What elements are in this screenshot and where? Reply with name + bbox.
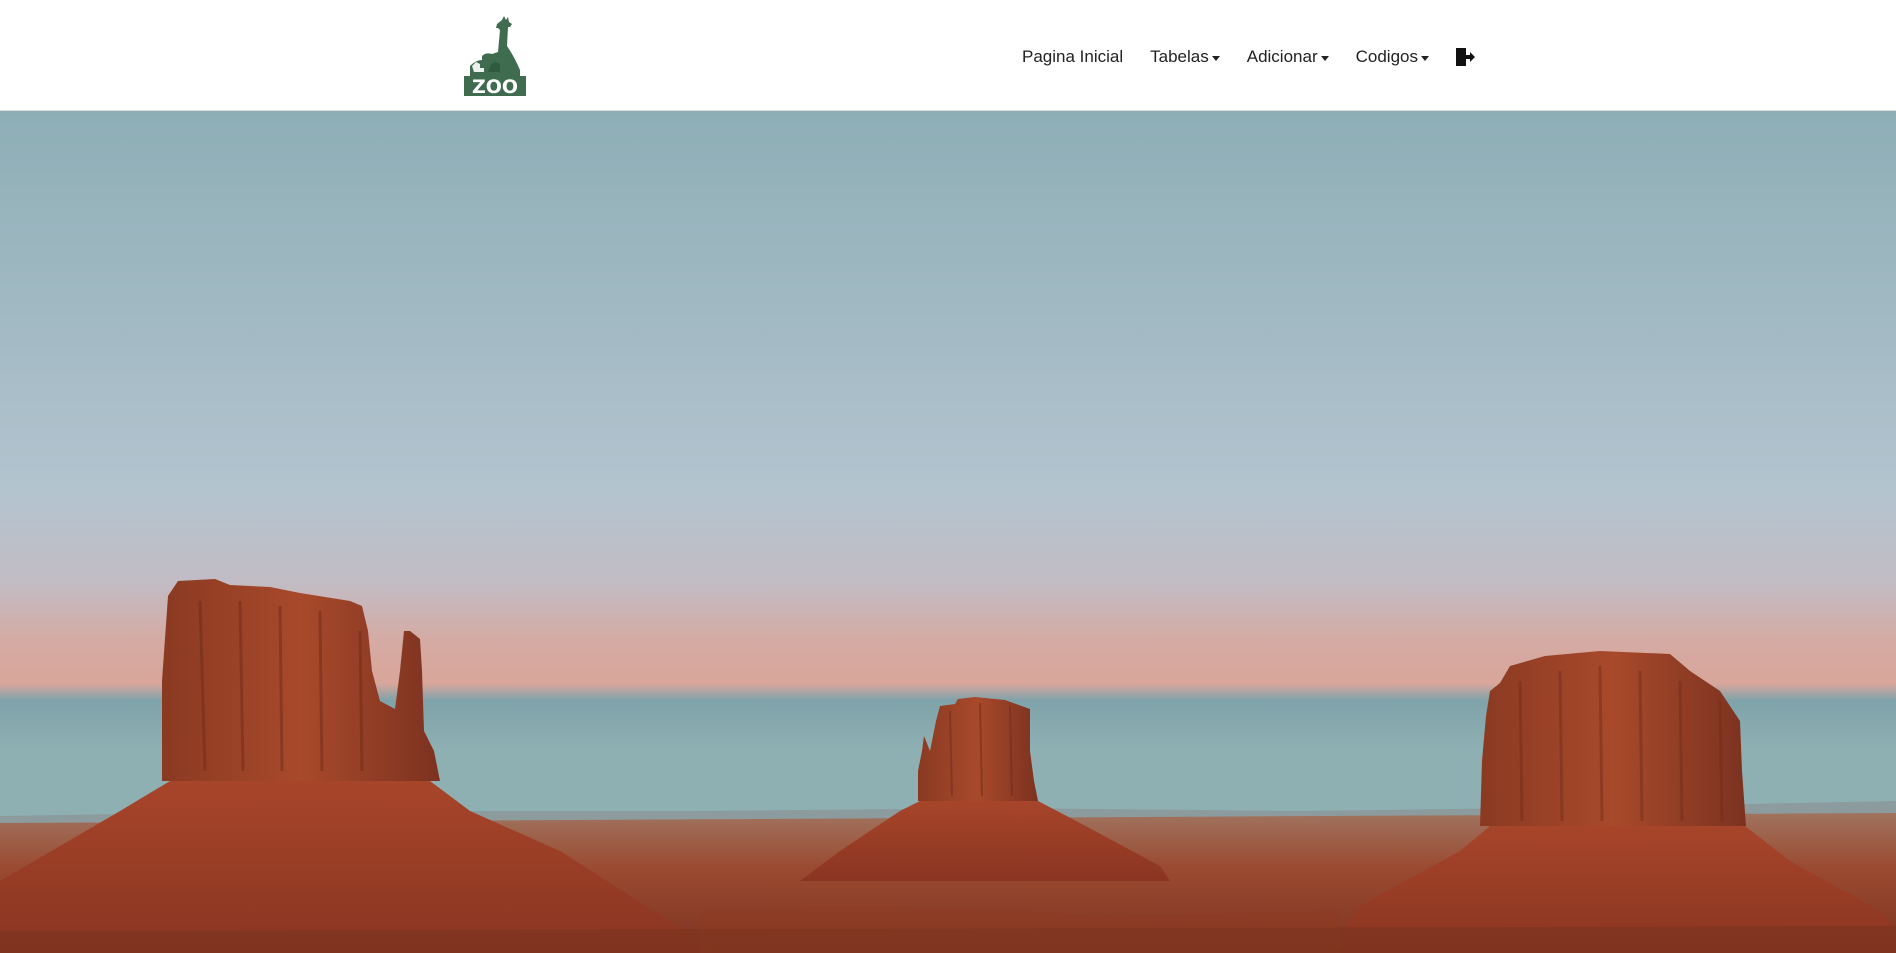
- nav-home-link[interactable]: Pagina Inicial: [1022, 47, 1123, 67]
- zoo-logo-text: ZOO: [472, 76, 518, 96]
- nav-tables-label: Tabelas: [1150, 47, 1209, 66]
- nav-home-label: Pagina Inicial: [1022, 47, 1124, 66]
- hero-banner-image: [0, 111, 1896, 953]
- nav-tables-dropdown[interactable]: Tabelas: [1150, 47, 1220, 67]
- nav-codes-label: Codigos: [1355, 47, 1418, 66]
- main-nav: Pagina Inicial Tabelas Adicionar Codigos: [1022, 44, 1476, 70]
- sign-out-icon[interactable]: [1454, 46, 1476, 68]
- nav-add-label: Adicionar: [1246, 47, 1318, 66]
- nav-codes-dropdown[interactable]: Codigos: [1356, 47, 1429, 67]
- caret-down-icon: [1211, 55, 1220, 61]
- zoo-logo: ZOO: [464, 16, 526, 98]
- top-navbar: ZOO Pagina Inicial Tabelas Adicionar Cod…: [0, 0, 1896, 111]
- nav-add-dropdown[interactable]: Adicionar: [1247, 47, 1329, 67]
- zoo-logo-link[interactable]: ZOO: [462, 16, 528, 98]
- caret-down-icon: [1420, 55, 1429, 61]
- monument-valley-illustration: [0, 111, 1896, 953]
- caret-down-icon: [1320, 55, 1329, 61]
